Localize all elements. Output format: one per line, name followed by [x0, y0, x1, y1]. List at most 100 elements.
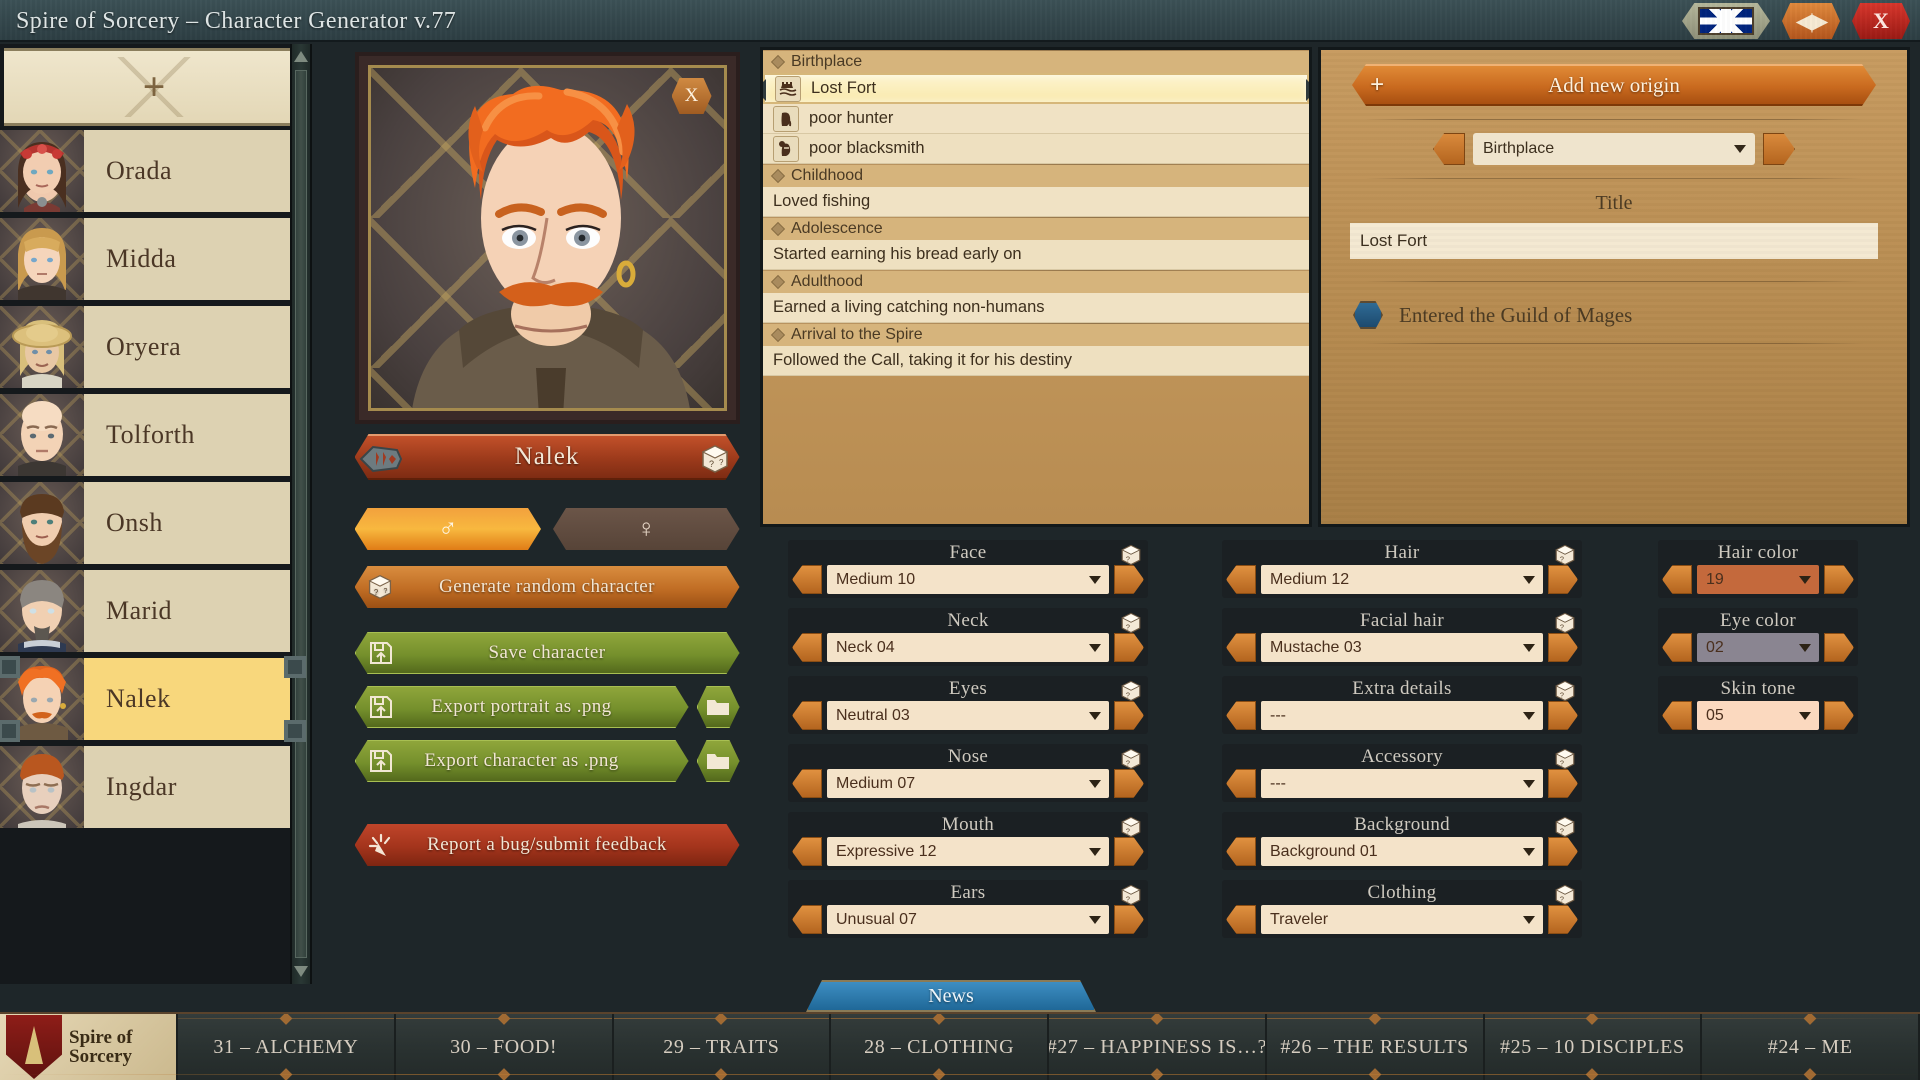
news-item[interactable]: #25 – 10 DISCIPLES — [1485, 1014, 1703, 1080]
report-bug-button[interactable]: Report a bug/submit feedback — [355, 824, 740, 866]
character-list-item-nalek[interactable]: Nalek — [0, 656, 306, 743]
appearance-next-button[interactable] — [1548, 837, 1578, 866]
character-list-item-ingdar[interactable]: Ingdar — [0, 746, 304, 831]
appearance-select-mouth[interactable]: Expressive 12 — [827, 837, 1109, 866]
appearance-prev-button[interactable] — [1226, 769, 1256, 798]
appearance-select-face[interactable]: Medium 10 — [827, 565, 1109, 594]
appearance-prev-button[interactable] — [1226, 633, 1256, 662]
appearance-select-neck[interactable]: Neck 04 — [827, 633, 1109, 662]
appearance-select-hair[interactable]: Medium 12 — [1261, 565, 1543, 594]
skin-tone-next-button[interactable] — [1824, 701, 1854, 730]
eye-color-next-button[interactable] — [1824, 633, 1854, 662]
news-item[interactable]: 28 – CLOTHING — [831, 1014, 1049, 1080]
scroll-up-icon[interactable] — [294, 51, 308, 62]
biography-entry-arrival[interactable]: Followed the Call, taking it for his des… — [763, 346, 1309, 376]
appearance-select-clothing[interactable]: Traveler — [1261, 905, 1543, 934]
appearance-prev-button[interactable] — [1226, 905, 1256, 934]
character-name-bar[interactable]: Nalek ? ? — [355, 434, 740, 480]
appearance-prev-button[interactable] — [1226, 565, 1256, 594]
export-portrait-button[interactable]: Export portrait as .png — [355, 686, 689, 728]
hair-color-select[interactable]: 19 — [1697, 565, 1819, 594]
news-item[interactable]: #27 – HAPPINESS IS…? — [1049, 1014, 1267, 1080]
appearance-prev-button[interactable] — [792, 701, 822, 730]
dice-icon[interactable]: ? — [1120, 612, 1142, 634]
biography-entry-adolescence[interactable]: Started earning his bread early on — [763, 240, 1309, 270]
news-item[interactable]: 30 – FOOD! — [396, 1014, 614, 1080]
appearance-select-nose[interactable]: Medium 07 — [827, 769, 1109, 798]
news-item[interactable]: #24 – ME — [1702, 1014, 1920, 1080]
appearance-next-button[interactable] — [1548, 701, 1578, 730]
add-character-button[interactable]: + — [4, 48, 304, 126]
dice-icon[interactable]: ? — [1554, 816, 1576, 838]
character-list-scrollbar[interactable] — [290, 44, 312, 984]
skin-tone-prev-button[interactable] — [1662, 701, 1692, 730]
open-portrait-folder-button[interactable] — [697, 686, 740, 728]
portrait-close-button[interactable]: X — [671, 78, 712, 114]
eye-color-select[interactable]: 02 — [1697, 633, 1819, 662]
language-button[interactable] — [1682, 3, 1770, 39]
gender-male-button[interactable]: ♂ — [355, 508, 542, 550]
scroll-down-icon[interactable] — [294, 966, 308, 977]
news-tab[interactable]: News — [806, 980, 1096, 1012]
dice-icon[interactable]: ? — [1554, 544, 1576, 566]
biography-entry-poor-hunter[interactable]: poor hunter — [763, 104, 1309, 134]
dice-icon[interactable]: ? — [1554, 680, 1576, 702]
appearance-next-button[interactable] — [1114, 905, 1144, 934]
save-character-button[interactable]: Save character — [355, 632, 740, 674]
appearance-next-button[interactable] — [1114, 701, 1144, 730]
dice-icon[interactable]: ? — [1120, 748, 1142, 770]
biography-entry-lost-fort[interactable]: Lost Fort — [763, 73, 1309, 104]
appearance-next-button[interactable] — [1114, 769, 1144, 798]
character-list-item-tolforth[interactable]: Tolforth — [0, 394, 304, 479]
appearance-prev-button[interactable] — [792, 565, 822, 594]
skin-tone-select[interactable]: 05 — [1697, 701, 1819, 730]
character-list-item-marid[interactable]: Marid — [0, 570, 304, 655]
gender-female-button[interactable]: ♀ — [553, 508, 740, 550]
appearance-select-ears[interactable]: Unusual 07 — [827, 905, 1109, 934]
appearance-prev-button[interactable] — [792, 837, 822, 866]
character-list-item-onsh[interactable]: Onsh — [0, 482, 304, 567]
appearance-next-button[interactable] — [1548, 565, 1578, 594]
news-item[interactable]: 31 – ALCHEMY — [178, 1014, 396, 1080]
appearance-next-button[interactable] — [1548, 769, 1578, 798]
appearance-select-extra-details[interactable]: --- — [1261, 701, 1543, 730]
hair-color-next-button[interactable] — [1824, 565, 1854, 594]
dice-icon[interactable]: ? — [1120, 680, 1142, 702]
appearance-next-button[interactable] — [1114, 565, 1144, 594]
character-list-item-midda[interactable]: Midda — [0, 218, 304, 303]
character-list-item-orada[interactable]: Orada — [0, 130, 304, 215]
biography-entry-adulthood[interactable]: Earned a living catching non-humans — [763, 293, 1309, 323]
dice-icon[interactable]: ? — [1120, 544, 1142, 566]
add-new-origin-button[interactable]: + Add new origin — [1352, 64, 1876, 106]
dice-icon[interactable]: ? ? — [700, 444, 730, 474]
dice-icon[interactable]: ? — [1554, 748, 1576, 770]
character-list-item-oryera[interactable]: Oryera — [0, 306, 304, 391]
news-item[interactable]: 29 – TRAITS — [614, 1014, 832, 1080]
close-button[interactable]: X — [1852, 3, 1910, 39]
appearance-prev-button[interactable] — [1226, 837, 1256, 866]
hair-color-prev-button[interactable] — [1662, 565, 1692, 594]
biography-entry-loved-fishing[interactable]: Loved fishing — [763, 187, 1309, 217]
origin-title-input[interactable]: Lost Fort — [1350, 223, 1878, 259]
appearance-select-accessory[interactable]: --- — [1261, 769, 1543, 798]
origin-flag-guild-of-mages[interactable]: Entered the Guild of Mages — [1321, 295, 1907, 329]
export-character-button[interactable]: Export character as .png — [355, 740, 689, 782]
appearance-prev-button[interactable] — [1226, 701, 1256, 730]
appearance-next-button[interactable] — [1548, 905, 1578, 934]
dice-icon[interactable]: ? — [1120, 816, 1142, 838]
scrollbar-thumb[interactable] — [295, 70, 307, 958]
generate-random-character-button[interactable]: ? ? Generate random character — [355, 566, 740, 608]
origin-type-next-button[interactable] — [1763, 133, 1795, 165]
appearance-prev-button[interactable] — [792, 769, 822, 798]
dice-icon[interactable]: ? — [1554, 884, 1576, 906]
game-logo[interactable]: Spire of Sorcery — [0, 1014, 178, 1080]
appearance-prev-button[interactable] — [792, 905, 822, 934]
appearance-next-button[interactable] — [1114, 837, 1144, 866]
open-character-folder-button[interactable] — [697, 740, 740, 782]
biography-entry-poor-blacksmith[interactable]: poor blacksmith — [763, 134, 1309, 164]
origin-type-prev-button[interactable] — [1433, 133, 1465, 165]
eye-color-prev-button[interactable] — [1662, 633, 1692, 662]
appearance-select-background[interactable]: Background 01 — [1261, 837, 1543, 866]
origin-type-select[interactable]: Birthplace — [1473, 133, 1755, 165]
appearance-next-button[interactable] — [1114, 633, 1144, 662]
